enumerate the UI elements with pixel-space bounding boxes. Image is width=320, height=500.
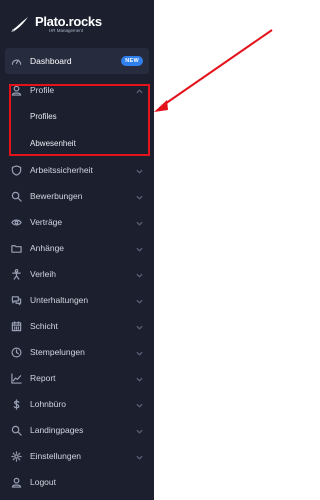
nav-label-stempelungen: Stempelungen [30,347,85,357]
calendar-icon [11,320,22,332]
rocket-logo-icon [11,17,28,32]
nav-item-dashboard[interactable]: Dashboard NEW [5,48,149,74]
nav-group-profile: Profile Profiles Abwesenheit [5,77,149,157]
nav-label-logout: Logout [30,477,56,487]
person-icon [11,268,22,280]
nav-menu: Dashboard NEW Profile Profiles Abwesenhe… [5,48,149,495]
logout-icon [11,477,22,488]
nav-label-einstellungen: Einstellungen [30,451,82,461]
chevron-down-icon [136,401,143,408]
nav-item-arbeitssicherheit[interactable]: Arbeitssicherheit [5,157,149,183]
chevron-down-icon [136,375,143,382]
chevron-down-icon [136,323,143,330]
chart-icon [11,372,22,384]
nav-label-landingpages: Landingpages [30,425,84,435]
chevron-down-icon [136,349,143,356]
chevron-down-icon [136,297,143,304]
nav-item-unterhaltungen[interactable]: Unterhaltungen [5,287,149,313]
nav-label-report: Report [30,373,56,383]
folder-icon [11,243,22,254]
brand-subtitle: HR Management [49,27,84,33]
nav-label-profile: Profile [30,85,55,95]
brand-name: Plato.rocks [35,13,102,29]
chevron-up-icon [136,87,143,94]
brand[interactable]: Plato.rocks HR Management [5,6,149,42]
nav-item-vertraege[interactable]: Verträge [5,209,149,235]
new-badge: NEW [121,56,143,66]
nav-item-schicht[interactable]: Schicht [5,313,149,339]
nav-item-lohnbuero[interactable]: Lohnbüro [5,391,149,417]
nav-label-unterhaltungen: Unterhaltungen [30,295,89,305]
chevron-down-icon [136,167,143,174]
gauge-icon [11,56,22,67]
search-user-icon [11,191,22,202]
nav-item-bewerbungen[interactable]: Bewerbungen [5,183,149,209]
nav-subitem-profiles[interactable]: Profiles [5,103,149,130]
nav-label-vertraege: Verträge [30,217,63,227]
nav-label-verleih: Verleih [30,269,56,279]
nav-item-anhaenge[interactable]: Anhänge [5,235,149,261]
chat-icon [11,295,22,306]
nav-label-lohnbuero: Lohnbüro [30,399,66,409]
clock-icon [11,347,22,358]
chevron-down-icon [136,271,143,278]
nav-label-arbeitssicherheit: Arbeitssicherheit [30,165,93,175]
nav-item-report[interactable]: Report [5,365,149,391]
eye-icon [11,217,22,228]
nav-label-anhaenge: Anhänge [30,243,65,253]
shield-icon [11,164,22,176]
nav-item-logout[interactable]: Logout [5,469,149,495]
nav-subitem-abwesenheit[interactable]: Abwesenheit [5,130,149,157]
chevron-down-icon [136,245,143,252]
user-icon [11,85,22,96]
nav-item-landingpages[interactable]: Landingpages [5,417,149,443]
nav-label-bewerbungen: Bewerbungen [30,191,83,201]
nav-item-stempelungen[interactable]: Stempelungen [5,339,149,365]
chevron-down-icon [136,453,143,460]
nav-label-schicht: Schicht [30,321,58,331]
sidebar: Plato.rocks HR Management Dashboard NEW … [0,0,154,500]
nav-item-verleih[interactable]: Verleih [5,261,149,287]
gear-icon [11,450,22,462]
search-icon [11,425,22,436]
chevron-down-icon [136,193,143,200]
nav-item-profile[interactable]: Profile [5,77,149,103]
nav-label-dashboard: Dashboard [30,56,72,66]
nav-item-einstellungen[interactable]: Einstellungen [5,443,149,469]
chevron-down-icon [136,427,143,434]
dollar-icon [11,398,22,410]
chevron-down-icon [136,219,143,226]
